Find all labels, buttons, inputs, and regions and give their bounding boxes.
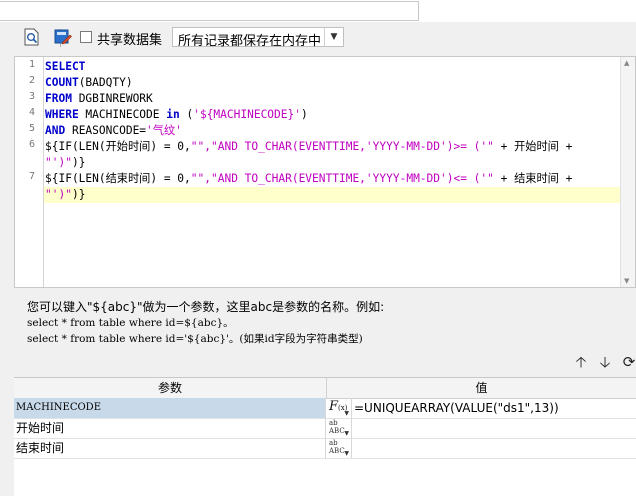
share-dataset-label: 共享数据集 xyxy=(97,33,163,48)
code-line-3: FROM DGBINREWORK xyxy=(45,92,153,105)
arrow-down-icon[interactable]: 🡣 xyxy=(596,352,614,372)
current-line-highlight xyxy=(44,187,623,203)
line-number-gutter: 1 2 3 4 5 6 7 xyxy=(15,57,44,287)
line-number: 2 xyxy=(28,75,35,86)
arrow-up-icon[interactable]: 🡡 xyxy=(572,352,590,372)
dropdown-icon: ▼ xyxy=(344,430,349,437)
dropdown-icon: ▼ xyxy=(344,450,349,457)
sql-editor[interactable]: 1 2 3 4 5 6 7 SELECT COUNT(BADQTY) FROM … xyxy=(14,56,636,288)
parameter-value[interactable] xyxy=(352,418,636,438)
header-value: 值 xyxy=(475,381,488,395)
parameter-table-header: 参数 值 xyxy=(14,378,636,399)
edit-properties-icon[interactable] xyxy=(53,27,73,47)
share-dataset-checkbox[interactable] xyxy=(80,31,92,43)
dataset-name-field[interactable] xyxy=(0,1,419,21)
parameter-name[interactable]: 开始时间 xyxy=(14,418,326,438)
parameter-name[interactable]: 结束时间 xyxy=(14,438,326,458)
line-number: 7 xyxy=(28,171,35,182)
text-type-button[interactable]: ab ABC ▼ xyxy=(327,418,352,438)
line-number: 1 xyxy=(28,59,35,70)
storage-mode-select[interactable]: 所有记录都保存在内存中 ▼ xyxy=(172,27,344,49)
parameter-hint: 您可以键入"${abc}"做为一个参数，这里abc是参数的名称。例如: sele… xyxy=(27,299,384,347)
scroll-up-icon[interactable]: ▲ xyxy=(624,59,629,67)
parameter-value[interactable]: =UNIQUEARRAY(VALUE("ds1",13)) xyxy=(352,398,636,418)
editor-vertical-scrollbar[interactable]: ▲ ▼ xyxy=(620,57,635,287)
code-line-7-wrap: "')")} xyxy=(45,188,86,201)
hint-line-2: select * from table where id=${abc}。 xyxy=(27,317,234,329)
parameter-actions: 🡡 🡣 ⟳ xyxy=(572,352,636,372)
code-line-6-wrap: "')")} xyxy=(45,156,86,169)
code-line-7: ${IF(LEN(结束时间) = 0,"","AND TO_CHAR(EVENT… xyxy=(45,172,573,185)
table-row[interactable]: 结束时间 ab ABC ▼ xyxy=(14,438,636,459)
parameter-value[interactable] xyxy=(352,438,636,458)
dropdown-icon: ▼ xyxy=(344,410,349,417)
header-parameter: 参数 xyxy=(14,378,327,398)
scroll-down-icon[interactable]: ▼ xyxy=(624,277,629,285)
code-line-1: SELECT xyxy=(45,60,86,73)
table-row[interactable]: 开始时间 ab ABC ▼ xyxy=(14,418,636,439)
hint-line-3: select * from table where id='${abc}'。(如… xyxy=(27,333,363,345)
line-number: 4 xyxy=(28,107,35,118)
top-bar xyxy=(0,0,636,22)
code-line-4: WHERE MACHINECODE in ('${MACHINECODE}') xyxy=(45,108,308,121)
line-number: 6 xyxy=(28,139,35,150)
text-type-button[interactable]: ab ABC ▼ xyxy=(327,438,352,458)
line-number: 3 xyxy=(28,91,35,102)
table-row[interactable]: MACHINECODE F(x) ▼ =UNIQUEARRAY(VALUE("d… xyxy=(14,398,636,419)
code-line-2: COUNT(BADQTY) xyxy=(45,76,133,89)
storage-mode-value: 所有记录都保存在内存中 xyxy=(178,34,322,49)
text-type-icon: ab ABC xyxy=(329,439,345,455)
preview-icon[interactable] xyxy=(22,27,42,47)
hint-line-1: 您可以键入"${abc}"做为一个参数，这里abc是参数的名称。例如: xyxy=(27,300,385,314)
code-line-5: AND REASONCODE='气纹' xyxy=(45,124,182,137)
toolbar: 共享数据集 所有记录都保存在内存中 ▼ xyxy=(14,26,636,50)
code-line-6: ${IF(LEN(开始时间) = 0,"","AND TO_CHAR(EVENT… xyxy=(45,140,573,153)
chevron-down-icon[interactable]: ▼ xyxy=(324,28,343,46)
parameter-name[interactable]: MACHINECODE xyxy=(14,398,326,418)
formula-type-button[interactable]: F(x) ▼ xyxy=(327,398,352,418)
text-type-icon: ab ABC xyxy=(329,419,345,435)
parameter-table: 参数 值 MACHINECODE F(x) ▼ =UNIQUEARRAY(VAL… xyxy=(14,377,636,496)
line-number: 5 xyxy=(28,123,35,134)
refresh-icon[interactable]: ⟳ xyxy=(620,352,636,372)
